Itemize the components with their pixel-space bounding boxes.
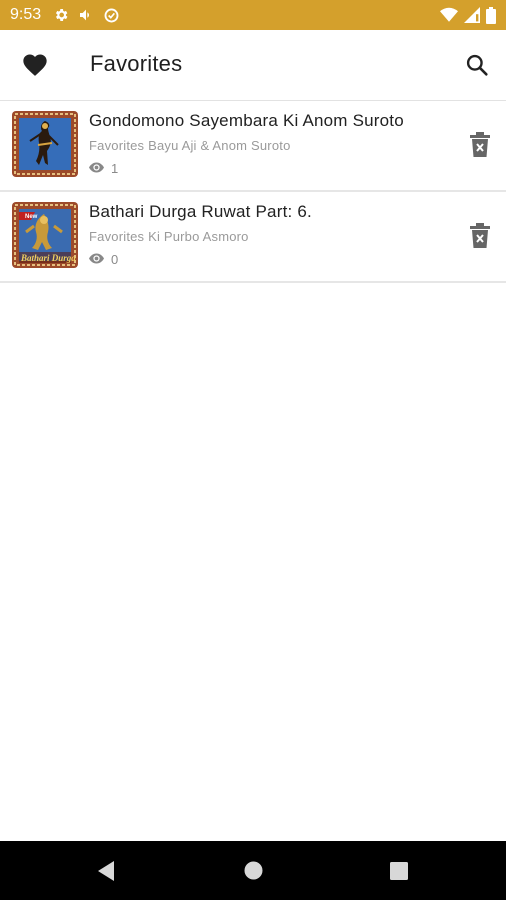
item-title: Gondomono Sayembara Ki Anom Suroto	[89, 111, 404, 130]
favorites-list: Gondomono Sayembara Ki Anom Suroto Favor…	[0, 101, 506, 283]
back-button[interactable]	[96, 860, 116, 887]
wayang-puppet-thumbnail	[12, 111, 78, 177]
list-item[interactable]: New Bathari Durga Bathari Durga Ruwat Pa…	[0, 192, 506, 283]
thumbnail-badge: New	[25, 214, 38, 220]
eye-icon	[89, 161, 104, 176]
navigation-bar	[0, 841, 506, 900]
item-subtitle: Favorites Bayu Aji & Anom Suroto	[89, 138, 291, 153]
status-bar: 9:53	[0, 0, 506, 30]
status-time: 9:53	[10, 6, 42, 23]
thumbnail-caption: Bathari Durga	[20, 253, 76, 263]
settings-icon	[53, 7, 69, 23]
eye-icon	[89, 252, 104, 267]
status-icons-left	[53, 7, 120, 24]
status-icons-right	[440, 6, 496, 24]
view-count: 0	[89, 252, 118, 267]
item-subtitle: Favorites Ki Purbo Asmoro	[89, 229, 249, 244]
page-title: Favorites	[90, 51, 183, 76]
search-icon[interactable]	[464, 52, 490, 78]
signal-icon	[464, 7, 480, 23]
recents-button[interactable]	[389, 861, 409, 886]
bathari-durga-thumbnail: New Bathari Durga	[12, 202, 78, 268]
wifi-icon	[440, 7, 458, 23]
list-item[interactable]: Gondomono Sayembara Ki Anom Suroto Favor…	[0, 101, 506, 192]
item-title: Bathari Durga Ruwat Part: 6.	[89, 202, 312, 221]
delete-icon[interactable]	[469, 223, 491, 249]
data-saver-icon	[103, 7, 120, 24]
delete-icon[interactable]	[469, 132, 491, 158]
volume-icon	[78, 7, 94, 23]
heart-icon[interactable]	[21, 51, 49, 79]
view-count-value: 1	[111, 161, 119, 176]
view-count-value: 0	[111, 252, 119, 267]
home-button[interactable]	[243, 860, 264, 886]
view-count: 1	[89, 161, 118, 176]
battery-icon	[486, 6, 496, 24]
app-bar: Favorites	[0, 30, 506, 101]
